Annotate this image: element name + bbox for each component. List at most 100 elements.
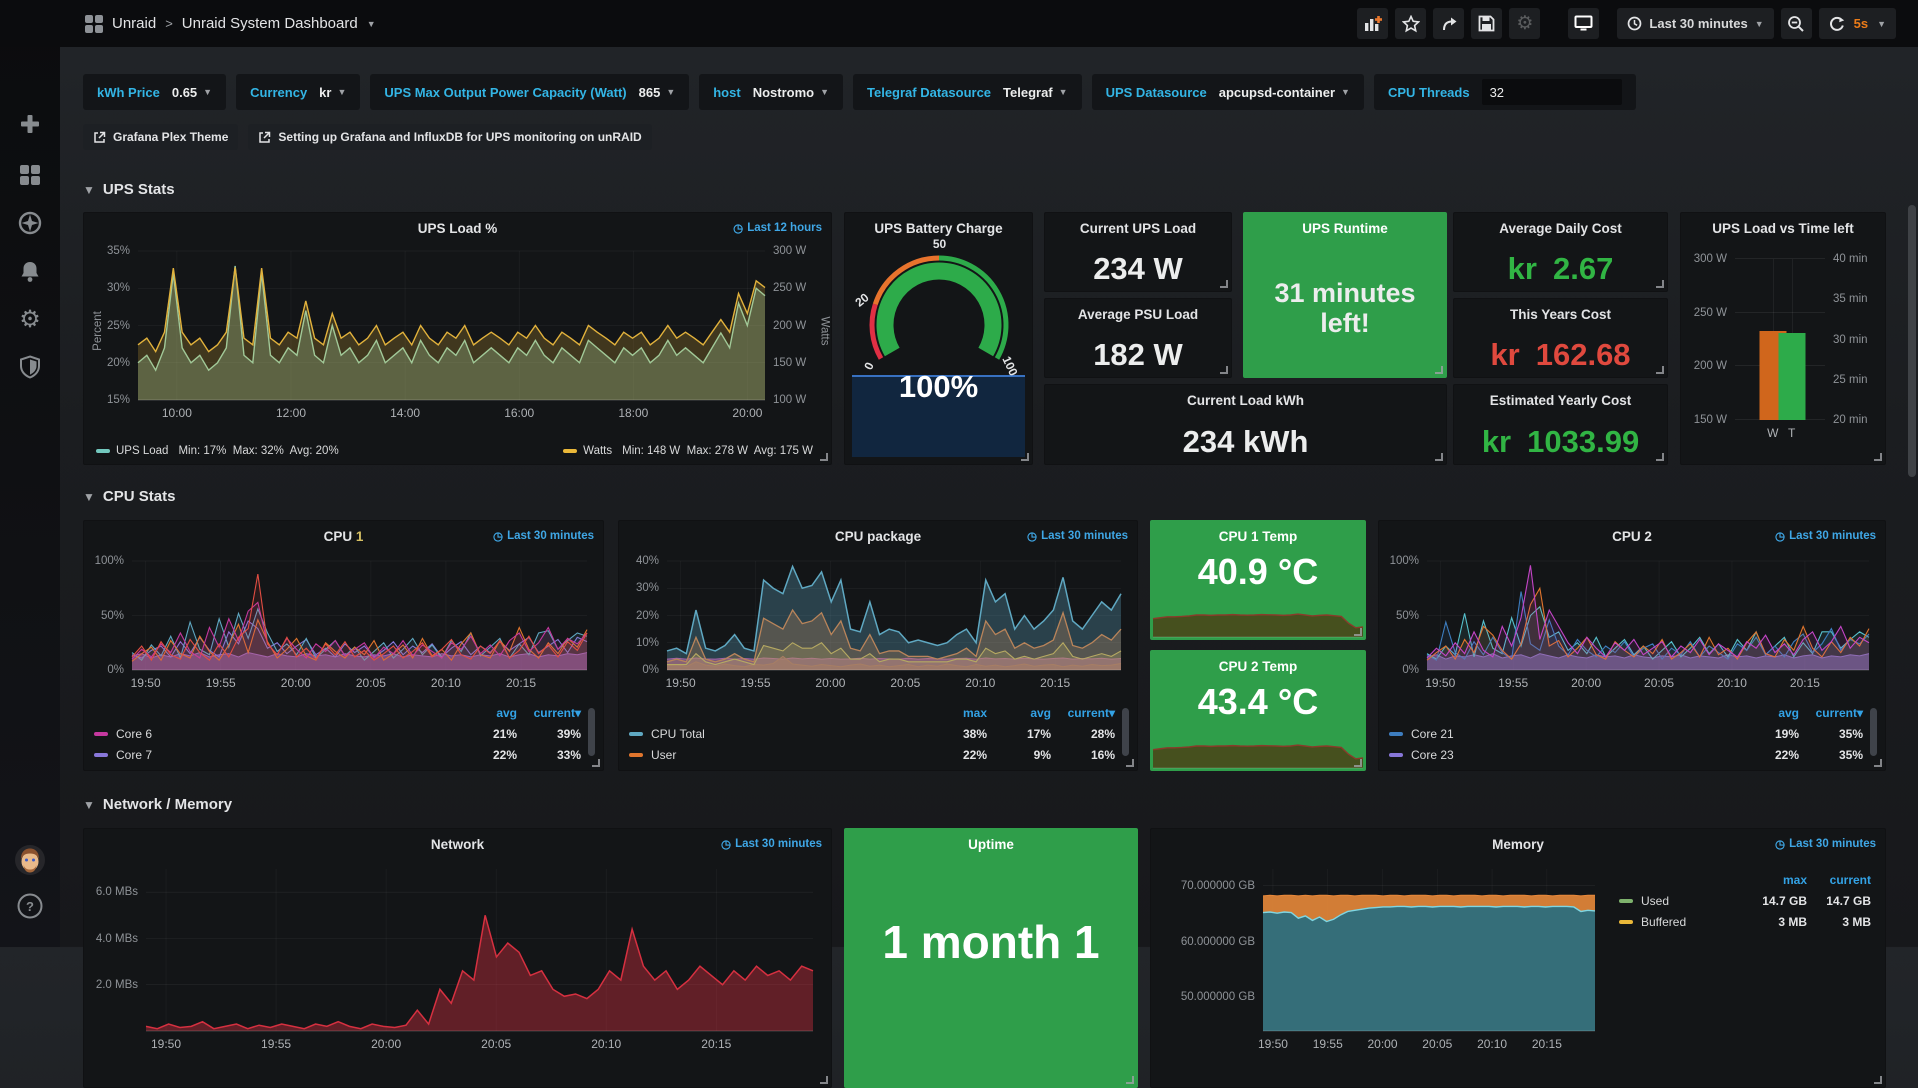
legend-series-name[interactable]: Core 23 <box>1389 748 1735 762</box>
user-avatar[interactable] <box>0 844 60 876</box>
network-chart[interactable]: 2.0 MBs4.0 MBs6.0 MBs19:5019:5520:0020:0… <box>146 869 813 1031</box>
panel-title[interactable]: CPU 2 Temp <box>1219 659 1298 674</box>
cpu-package-chart[interactable]: 0%10%20%30%40%19:5019:5520:0020:0520:102… <box>667 561 1121 670</box>
panel-title[interactable]: This Years Cost <box>1510 307 1611 322</box>
external-link-icon <box>93 131 106 144</box>
panel-title[interactable]: UPS Battery Charge <box>874 221 1002 236</box>
legend-item[interactable]: UPS LoadMin: 17% Max: 32% Avg: 20% <box>96 445 339 457</box>
breadcrumb-root[interactable]: Unraid <box>112 15 156 32</box>
legend-series-name[interactable]: CPU Total <box>629 727 923 741</box>
save-button[interactable] <box>1471 8 1502 39</box>
legend-column-header[interactable]: max <box>1743 873 1807 887</box>
cycle-view-mode-button[interactable] <box>1568 8 1599 39</box>
panel-title[interactable]: CPU 1 Temp <box>1219 529 1298 544</box>
legend-item[interactable]: WattsMin: 148 W Max: 278 W Avg: 175 W <box>563 445 813 457</box>
chevron-down-icon[interactable]: ▼ <box>367 19 376 29</box>
sidebar-item-dashboards[interactable] <box>0 163 60 187</box>
dashboard-settings-button[interactable]: ⚙ <box>1509 8 1540 39</box>
section-cpu-stats[interactable]: ▼CPU Stats <box>83 488 175 505</box>
memory-chart[interactable]: 50.000000 GB60.000000 GB70.000000 GB19:5… <box>1263 869 1595 1031</box>
cpu-threads-input[interactable]: 32 <box>1482 79 1622 105</box>
legend-row: Core 2119%35% <box>1389 723 1863 744</box>
legend-scrollbar[interactable] <box>1870 708 1877 756</box>
panel-title[interactable]: Uptime <box>968 837 1014 852</box>
panel-title[interactable]: Estimated Yearly Cost <box>1490 393 1632 408</box>
variable-value-dropdown[interactable]: Telegraf▼ <box>1003 85 1068 100</box>
legend-row: Core 2322%35% <box>1389 744 1863 765</box>
breadcrumb[interactable]: Unraid > Unraid System Dashboard ▼ <box>85 0 376 47</box>
legend-value: 21% <box>453 727 517 741</box>
dashboard-links: Grafana Plex Theme Setting up Grafana an… <box>83 124 652 150</box>
panel-title[interactable]: Network <box>431 837 484 852</box>
star-button[interactable] <box>1395 8 1426 39</box>
x-tick: 20:00 <box>371 1037 401 1051</box>
legend-column-header[interactable]: current▾ <box>517 706 581 720</box>
legend-series-name[interactable]: User <box>629 748 923 762</box>
sidebar-item-configuration[interactable]: ⚙ <box>0 308 60 332</box>
variable-value-dropdown[interactable]: 0.65▼ <box>172 85 212 100</box>
ups-load-chart[interactable]: 15%20%25%30%35%100 W150 W200 W250 W300 W… <box>138 251 765 400</box>
legend-series-name[interactable]: Used <box>1619 894 1743 908</box>
refresh-picker[interactable]: 5s ▼ <box>1819 8 1896 39</box>
panel-title[interactable]: Current UPS Load <box>1080 221 1196 236</box>
variable-value-dropdown[interactable]: Nostromo▼ <box>753 85 829 100</box>
y-tick: 6.0 MBs <box>96 886 138 898</box>
add-panel-button[interactable] <box>1357 8 1388 39</box>
variable-value-dropdown[interactable]: apcupsd-container▼ <box>1219 85 1350 100</box>
panel-title[interactable]: UPS Load % <box>418 221 498 236</box>
legend-scrollbar[interactable] <box>588 708 595 756</box>
time-range-picker[interactable]: Last 30 minutes ▼ <box>1617 8 1773 39</box>
help-button[interactable]: ? <box>0 893 60 919</box>
clock-icon: ◷ <box>733 221 743 235</box>
breadcrumb-current[interactable]: Unraid System Dashboard <box>182 15 358 32</box>
legend-scrollbar[interactable] <box>1122 708 1129 756</box>
sidebar-item-alerting[interactable] <box>0 260 60 284</box>
variable-value-dropdown[interactable]: 865▼ <box>639 85 676 100</box>
panel-title[interactable]: CPU package <box>835 529 921 544</box>
panel-cpu2: CPU 2 ◷Last 30 minutes 0%50%100%19:5019:… <box>1378 520 1886 771</box>
sidebar-item-server-admin[interactable] <box>0 355 60 379</box>
legend-series-name[interactable]: Core 6 <box>94 727 453 741</box>
zoom-out-icon <box>1787 15 1805 33</box>
panel-title[interactable]: CPU 1 <box>324 529 364 544</box>
sidebar-item-create[interactable] <box>0 113 60 135</box>
y-tick-right: 40 min <box>1833 253 1868 265</box>
panel-title[interactable]: CPU 2 <box>1612 529 1652 544</box>
panel-title[interactable]: UPS Load vs Time left <box>1712 221 1854 236</box>
link-grafana-plex-theme[interactable]: Grafana Plex Theme <box>83 124 238 150</box>
sidebar-item-explore[interactable] <box>0 211 60 235</box>
legend-row: Core 722%33% <box>94 744 581 765</box>
ups-bar-chart[interactable]: WT150 W200 W250 W300 W20 min25 min30 min… <box>1735 259 1825 420</box>
legend-column-header[interactable]: current▾ <box>1051 706 1115 720</box>
section-network-memory[interactable]: ▼Network / Memory <box>83 796 232 813</box>
section-ups-stats[interactable]: ▼UPS Stats <box>83 181 175 198</box>
legend-column-header[interactable]: avg <box>453 706 517 720</box>
page-scrollbar[interactable] <box>1908 205 1916 477</box>
share-button[interactable] <box>1433 8 1464 39</box>
panel-title[interactable]: Current Load kWh <box>1187 393 1304 408</box>
link-ups-monitoring-guide[interactable]: Setting up Grafana and InfluxDB for UPS … <box>248 124 651 150</box>
variable-value-dropdown[interactable]: kr▼ <box>319 85 346 100</box>
link-label: Grafana Plex Theme <box>113 130 228 144</box>
bar-T[interactable] <box>1778 333 1805 420</box>
legend-series-name[interactable]: Buffered <box>1619 915 1743 929</box>
cpu1-chart[interactable]: 0%50%100%19:5019:5520:0020:0520:1020:15 <box>132 561 587 670</box>
x-tick: 19:50 <box>151 1037 181 1051</box>
variable-ups-max-output: UPS Max Output Power Capacity (Watt) 865… <box>370 74 689 110</box>
legend-column-header[interactable]: current▾ <box>1799 706 1863 720</box>
legend-column-header[interactable]: avg <box>987 706 1051 720</box>
legend-series-name[interactable]: Core 7 <box>94 748 453 762</box>
panel-title[interactable]: UPS Runtime <box>1302 221 1388 236</box>
cpu2-chart[interactable]: 0%50%100%19:5019:5520:0020:0520:1020:15 <box>1427 561 1869 670</box>
legend-column-header[interactable]: avg <box>1735 706 1799 720</box>
legend-column-header[interactable]: current <box>1807 873 1871 887</box>
panel-ups-load: UPS Load % ◷Last 12 hours 15%20%25%30%35… <box>83 212 832 465</box>
panel-title[interactable]: Average Daily Cost <box>1499 221 1622 236</box>
zoom-out-button[interactable] <box>1781 8 1812 39</box>
legend-series-name[interactable]: Core 21 <box>1389 727 1735 741</box>
panel-title[interactable]: Memory <box>1492 837 1544 852</box>
legend-column-header[interactable]: max <box>923 706 987 720</box>
panel-title[interactable]: Average PSU Load <box>1078 307 1198 322</box>
y-tick: 0% <box>107 664 124 676</box>
dashboards-icon <box>18 163 42 187</box>
